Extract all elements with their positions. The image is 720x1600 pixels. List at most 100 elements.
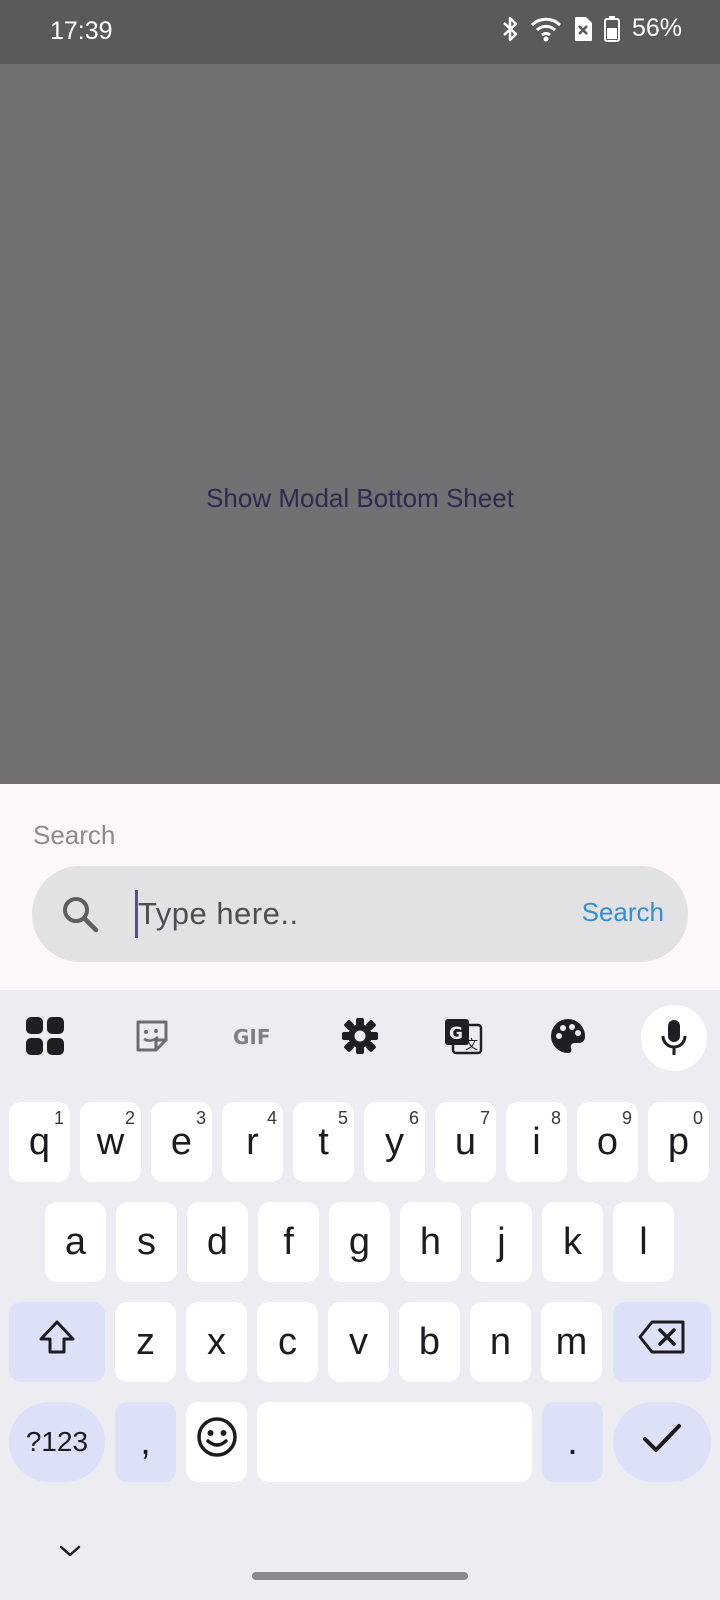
battery-icon bbox=[603, 15, 620, 42]
apps-grid-icon[interactable] bbox=[10, 990, 80, 1082]
key-label: d bbox=[206, 1220, 229, 1263]
key-hint: 4 bbox=[266, 1108, 277, 1128]
emoji-icon bbox=[196, 1416, 238, 1468]
gif-icon[interactable]: GIF bbox=[220, 990, 290, 1082]
key-label: q bbox=[28, 1120, 51, 1163]
key-x[interactable]: x bbox=[186, 1302, 247, 1382]
search-button[interactable]: Search bbox=[582, 897, 664, 928]
key-l[interactable]: l bbox=[613, 1202, 674, 1282]
key-label: w bbox=[96, 1120, 125, 1163]
key-label: n bbox=[489, 1320, 512, 1363]
sticker-icon[interactable] bbox=[117, 990, 187, 1082]
translate-icon[interactable]: G文 bbox=[428, 990, 498, 1082]
key-hint: 2 bbox=[124, 1108, 135, 1128]
chevron-down-icon bbox=[58, 1544, 82, 1563]
key-e[interactable]: e3 bbox=[151, 1102, 212, 1182]
search-icon bbox=[60, 894, 100, 939]
key-label: a bbox=[64, 1220, 87, 1263]
key-label: f bbox=[283, 1220, 294, 1263]
symbols-key[interactable]: ?123 bbox=[9, 1402, 105, 1482]
key-j[interactable]: j bbox=[471, 1202, 532, 1282]
key-y[interactable]: y6 bbox=[364, 1102, 425, 1182]
key-hint: 5 bbox=[337, 1108, 348, 1128]
key-o[interactable]: o9 bbox=[577, 1102, 638, 1182]
key-label: e bbox=[170, 1120, 193, 1163]
keyboard-collapse-button[interactable] bbox=[50, 1538, 90, 1568]
mic-icon[interactable] bbox=[641, 1005, 707, 1071]
key-v[interactable]: v bbox=[328, 1302, 389, 1382]
key-s[interactable]: s bbox=[116, 1202, 177, 1282]
key-hint: 1 bbox=[53, 1108, 64, 1128]
check-icon bbox=[642, 1421, 682, 1464]
status-time: 17:39 bbox=[50, 17, 113, 45]
backspace-icon bbox=[637, 1319, 687, 1365]
sim-off-icon bbox=[572, 16, 594, 42]
emoji-key[interactable] bbox=[186, 1402, 247, 1482]
key-hint: 7 bbox=[479, 1108, 490, 1128]
battery-percent: 56% bbox=[631, 14, 682, 42]
home-indicator[interactable] bbox=[252, 1572, 468, 1580]
key-p[interactable]: p0 bbox=[648, 1102, 709, 1182]
space-key[interactable] bbox=[257, 1402, 532, 1482]
palette-icon[interactable] bbox=[533, 990, 603, 1082]
key-label: h bbox=[419, 1220, 442, 1263]
status-bar: 17:39 56% bbox=[0, 0, 720, 64]
comma-key[interactable]: , bbox=[115, 1402, 176, 1482]
show-modal-bottom-sheet-button[interactable]: Show Modal Bottom Sheet bbox=[160, 470, 560, 526]
key-t[interactable]: t5 bbox=[293, 1102, 354, 1182]
bluetooth-icon bbox=[502, 15, 520, 43]
key-hint: 0 bbox=[692, 1108, 703, 1128]
wifi-icon bbox=[530, 16, 562, 42]
key-z[interactable]: z bbox=[115, 1302, 176, 1382]
search-bar[interactable]: Search bbox=[32, 866, 688, 962]
key-label: p bbox=[667, 1120, 690, 1163]
key-q[interactable]: q1 bbox=[9, 1102, 70, 1182]
bottom-sheet: Search Search bbox=[0, 784, 720, 990]
key-m[interactable]: m bbox=[541, 1302, 602, 1382]
search-input[interactable] bbox=[138, 888, 538, 940]
svg-text:GIF: GIF bbox=[233, 1025, 271, 1048]
key-hint: 9 bbox=[621, 1108, 632, 1128]
key-w[interactable]: w2 bbox=[80, 1102, 141, 1182]
key-label: x bbox=[207, 1320, 226, 1363]
key-u[interactable]: u7 bbox=[435, 1102, 496, 1182]
key-label: j bbox=[497, 1220, 506, 1263]
key-c[interactable]: c bbox=[257, 1302, 318, 1382]
key-label: m bbox=[555, 1320, 588, 1363]
keyboard-toolbar: GIF G文 bbox=[0, 990, 720, 1082]
period-key[interactable]: . bbox=[542, 1402, 603, 1482]
key-label: b bbox=[418, 1320, 441, 1363]
settings-icon[interactable] bbox=[325, 990, 395, 1082]
key-r[interactable]: r4 bbox=[222, 1102, 283, 1182]
key-i[interactable]: i8 bbox=[506, 1102, 567, 1182]
key-label: c bbox=[278, 1320, 297, 1363]
key-k[interactable]: k bbox=[542, 1202, 603, 1282]
key-label: v bbox=[349, 1320, 368, 1363]
key-label: g bbox=[348, 1220, 371, 1263]
key-label: i bbox=[532, 1120, 541, 1163]
shift-key[interactable] bbox=[9, 1302, 105, 1382]
key-b[interactable]: b bbox=[399, 1302, 460, 1382]
key-label: z bbox=[136, 1320, 155, 1363]
status-icons: 56% bbox=[502, 14, 682, 43]
key-label: u bbox=[454, 1120, 477, 1163]
key-a[interactable]: a bbox=[45, 1202, 106, 1282]
key-h[interactable]: h bbox=[400, 1202, 461, 1282]
sheet-title: Search bbox=[33, 820, 116, 850]
key-hint: 8 bbox=[550, 1108, 561, 1128]
key-g[interactable]: g bbox=[329, 1202, 390, 1282]
key-label: o bbox=[596, 1120, 619, 1163]
key-hint: 3 bbox=[195, 1108, 206, 1128]
enter-key[interactable] bbox=[613, 1402, 711, 1482]
shift-icon bbox=[37, 1319, 77, 1365]
key-n[interactable]: n bbox=[470, 1302, 531, 1382]
backspace-key[interactable] bbox=[613, 1302, 711, 1382]
key-f[interactable]: f bbox=[258, 1202, 319, 1282]
key-label: t bbox=[318, 1120, 329, 1163]
svg-text:文: 文 bbox=[465, 1038, 478, 1053]
key-label: k bbox=[563, 1220, 582, 1263]
key-label: s bbox=[137, 1220, 156, 1263]
modal-scrim[interactable] bbox=[0, 64, 720, 784]
key-d[interactable]: d bbox=[187, 1202, 248, 1282]
key-label: y bbox=[385, 1120, 404, 1163]
